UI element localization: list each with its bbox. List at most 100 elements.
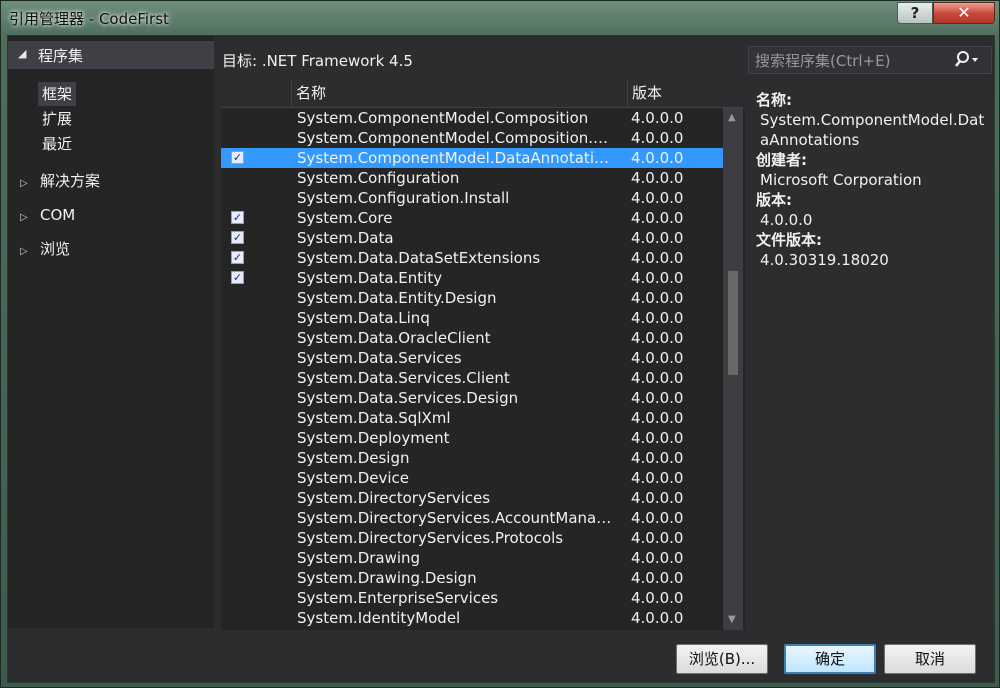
nav-group-browse[interactable]: ▷ 浏览 xyxy=(20,237,70,261)
assembly-list[interactable]: 名称 版本 System.ComponentModel.Composition 4… xyxy=(221,80,745,630)
assembly-version: 4.0.0.0 xyxy=(631,109,684,127)
nav-group-solution[interactable]: ▷ 解决方案 xyxy=(20,169,100,193)
assembly-row[interactable]: System.DirectoryServices 4.0.0.0 xyxy=(221,488,723,508)
ok-button[interactable]: 确定 xyxy=(784,644,876,674)
assembly-name: System.Design xyxy=(297,449,410,467)
assembly-version: 4.0.0.0 xyxy=(631,289,684,307)
nav-item-recent[interactable]: 最近 xyxy=(38,132,76,156)
assembly-row[interactable]: System.IdentityModel 4.0.0.0 xyxy=(221,608,723,628)
assembly-row[interactable]: System.DirectoryServices.AccountManag...… xyxy=(221,508,723,528)
left-nav: ◢ 程序集 框架 扩展 最近 ▷ 解决方案 ▷ COM ▷ 浏览 xyxy=(8,36,214,628)
assembly-row[interactable]: System.Deployment 4.0.0.0 xyxy=(221,428,723,448)
assembly-row[interactable]: System.Data.Services.Design 4.0.0.0 xyxy=(221,388,723,408)
checkbox-checked-icon[interactable]: ✓ xyxy=(231,151,244,164)
assembly-row[interactable]: System.ComponentModel.Composition.R... 4.… xyxy=(221,128,723,148)
assembly-rows: System.ComponentModel.Composition 4.0.0.0… xyxy=(221,108,723,628)
assembly-version: 4.0.0.0 xyxy=(631,589,684,607)
assembly-row[interactable]: System.Drawing 4.0.0.0 xyxy=(221,548,723,568)
assembly-version: 4.0.0.0 xyxy=(631,389,684,407)
assembly-name: System.Data.Entity xyxy=(297,269,443,287)
scrollbar-thumb[interactable] xyxy=(728,271,738,375)
checkbox-checked-icon[interactable]: ✓ xyxy=(231,211,244,224)
list-header: 名称 版本 xyxy=(221,80,745,108)
assembly-name: System.ComponentModel.Composition.R... xyxy=(297,129,617,147)
detail-version-label: 版本: xyxy=(756,191,792,209)
dialog-body: ◢ 程序集 框架 扩展 最近 ▷ 解决方案 ▷ COM ▷ 浏览 目标: .NET F… xyxy=(7,35,995,683)
browse-button[interactable]: 浏览(B)... xyxy=(676,644,768,674)
assembly-name: System.Drawing xyxy=(297,549,421,567)
expand-icon: ▷ xyxy=(20,212,28,223)
assembly-version: 4.0.0.0 xyxy=(631,569,684,587)
assembly-row[interactable]: System.Configuration.Install 4.0.0.0 xyxy=(221,188,723,208)
cancel-button[interactable]: 取消 xyxy=(884,644,976,674)
checkbox-checked-icon[interactable]: ✓ xyxy=(231,251,244,264)
checkbox-checked-icon[interactable]: ✓ xyxy=(231,231,244,244)
assembly-row[interactable]: ✓ System.Data.DataSetExtensions 4.0.0.0 xyxy=(221,248,723,268)
assembly-version: 4.0.0.0 xyxy=(631,509,684,527)
search-input[interactable] xyxy=(753,50,947,72)
window-frame: 引用管理器 - CodeFirst ? ✕ ◢ 程序集 框架 扩展 最近 ▷ 解决… xyxy=(0,0,1000,688)
search-icon[interactable] xyxy=(951,49,983,71)
assembly-version: 4.0.0.0 xyxy=(631,309,684,327)
detail-file-version-value: 4.0.30319.18020 xyxy=(760,251,889,269)
nav-item-framework[interactable]: 框架 xyxy=(38,82,77,106)
assembly-name: System.Configuration.Install xyxy=(297,189,510,207)
assembly-row[interactable]: System.Data.OracleClient 4.0.0.0 xyxy=(221,328,723,348)
assembly-version: 4.0.0.0 xyxy=(631,269,684,287)
assembly-version: 4.0.0.0 xyxy=(631,349,684,367)
details-panel: 名称: System.ComponentModel.DataAnnotation… xyxy=(756,90,988,270)
assembly-row[interactable]: System.Drawing.Design 4.0.0.0 xyxy=(221,568,723,588)
assembly-row[interactable]: ✓ System.Data 4.0.0.0 xyxy=(221,228,723,248)
help-button[interactable]: ? xyxy=(897,2,933,24)
assembly-row[interactable]: System.Data.SqlXml 4.0.0.0 xyxy=(221,408,723,428)
column-header-name[interactable]: 名称 xyxy=(291,80,627,107)
assembly-row[interactable]: ✓ System.ComponentModel.DataAnnotations 4.… xyxy=(221,148,723,168)
window-title: 引用管理器 - CodeFirst xyxy=(9,10,169,28)
checkbox-checked-icon[interactable]: ✓ xyxy=(231,271,244,284)
assembly-version: 4.0.0.0 xyxy=(631,169,684,187)
close-button[interactable]: ✕ xyxy=(933,2,995,24)
nav-group-com[interactable]: ▷ COM xyxy=(20,203,75,227)
close-icon: ✕ xyxy=(957,3,971,22)
assembly-row[interactable]: System.Data.Services.Client 4.0.0.0 xyxy=(221,368,723,388)
assembly-name: System.IdentityModel xyxy=(297,609,461,627)
assembly-row[interactable]: System.Data.Linq 4.0.0.0 xyxy=(221,308,723,328)
nav-header-assemblies[interactable]: ◢ 程序集 xyxy=(8,41,214,69)
assembly-name: System.Data.Services.Design xyxy=(297,389,519,407)
assembly-row[interactable]: System.ComponentModel.Composition 4.0.0.0 xyxy=(221,108,723,128)
assembly-row[interactable]: ✓ System.Core 4.0.0.0 xyxy=(221,208,723,228)
column-header-version[interactable]: 版本 xyxy=(627,80,717,107)
detail-name-label: 名称: xyxy=(756,91,792,109)
vertical-scrollbar[interactable]: ▲ ▼ xyxy=(723,108,743,630)
assembly-name: System.ComponentModel.DataAnnotations xyxy=(297,149,617,167)
assembly-row[interactable]: System.Device 4.0.0.0 xyxy=(221,468,723,488)
assembly-row[interactable]: System.Configuration 4.0.0.0 xyxy=(221,168,723,188)
assembly-row[interactable]: System.Data.Services 4.0.0.0 xyxy=(221,348,723,368)
assembly-name: System.Data.Services xyxy=(297,349,462,367)
assembly-name: System.DirectoryServices.Protocols xyxy=(297,529,564,547)
assembly-name: System.Drawing.Design xyxy=(297,569,477,587)
assembly-row[interactable]: System.DirectoryServices.Protocols 4.0.0.… xyxy=(221,528,723,548)
assembly-name: System.Data.Linq xyxy=(297,309,430,327)
assembly-row[interactable]: ✓ System.Data.Entity 4.0.0.0 xyxy=(221,268,723,288)
assembly-name: System.Configuration xyxy=(297,169,460,187)
title-bar[interactable]: 引用管理器 - CodeFirst ? ✕ xyxy=(1,1,1000,35)
assembly-row[interactable]: System.Design 4.0.0.0 xyxy=(221,448,723,468)
nav-group-label: COM xyxy=(40,206,76,224)
scroll-up-icon[interactable]: ▲ xyxy=(728,112,736,123)
detail-creator-label: 创建者: xyxy=(756,151,807,169)
assembly-row[interactable]: System.Data.Entity.Design 4.0.0.0 xyxy=(221,288,723,308)
assembly-version: 4.0.0.0 xyxy=(631,369,684,387)
scroll-down-icon[interactable]: ▼ xyxy=(728,614,736,625)
assembly-name: System.ComponentModel.Composition xyxy=(297,109,589,127)
assembly-version: 4.0.0.0 xyxy=(631,129,684,147)
detail-file-version-label: 文件版本: xyxy=(756,231,822,249)
assembly-row[interactable]: System.EnterpriseServices 4.0.0.0 xyxy=(221,588,723,608)
assembly-name: System.Deployment xyxy=(297,429,450,447)
assembly-name: System.Data.OracleClient xyxy=(297,329,491,347)
assembly-version: 4.0.0.0 xyxy=(631,329,684,347)
assembly-name: System.DirectoryServices xyxy=(297,489,491,507)
nav-item-extensions[interactable]: 扩展 xyxy=(38,107,76,131)
assembly-version: 4.0.0.0 xyxy=(631,189,684,207)
nav-group-label: 浏览 xyxy=(40,240,71,258)
